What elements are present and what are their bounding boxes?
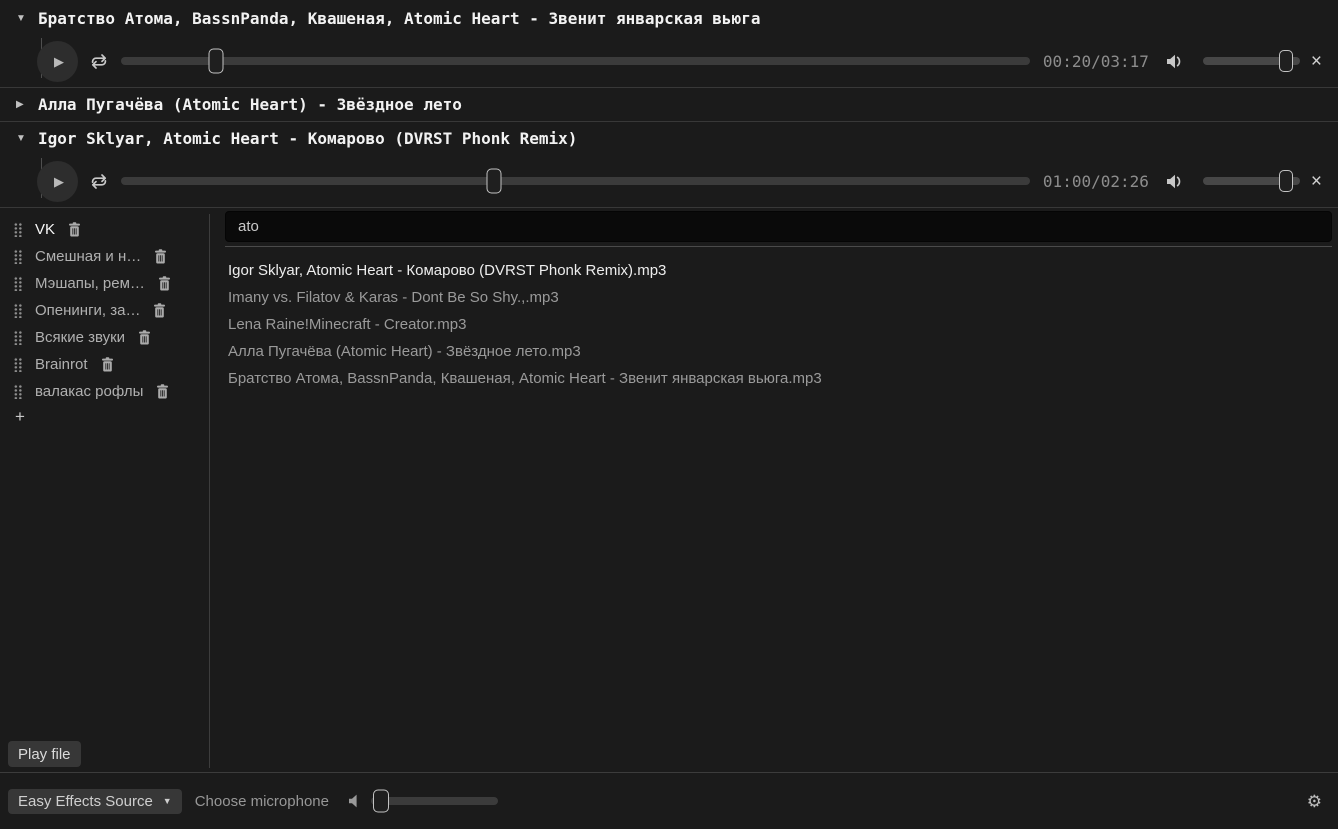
player-controls: ▶ 01:00/02:26 × bbox=[0, 155, 1338, 207]
seek-track bbox=[121, 177, 1030, 185]
delete-playlist-button[interactable] bbox=[158, 276, 171, 291]
bottom-bar: Easy Effects Source ▼ Choose microphone … bbox=[0, 772, 1338, 829]
repeat-button[interactable] bbox=[89, 173, 109, 190]
volume-slider[interactable] bbox=[1203, 166, 1300, 196]
player-title: Igor Sklyar, Atomic Heart - Комарово (DV… bbox=[38, 129, 577, 148]
sidebar-item-label: Всякие звуки bbox=[35, 329, 125, 346]
sidebar-item-label: Смешная и н… bbox=[35, 248, 141, 265]
file-item[interactable]: Imany vs. Filatov & Karas - Dont Be So S… bbox=[228, 284, 1332, 311]
sidebar-item-vk[interactable]: VK bbox=[6, 216, 210, 243]
trash-icon bbox=[156, 384, 169, 399]
player-header[interactable]: ▶ Алла Пугачёва (Atomic Heart) - Звёздно… bbox=[0, 88, 1338, 121]
gear-icon: ⚙ bbox=[1307, 792, 1322, 811]
drag-handle-icon[interactable] bbox=[13, 276, 22, 291]
sidebar-item-label: VK bbox=[35, 221, 55, 238]
source-selector-label: Easy Effects Source bbox=[18, 793, 153, 810]
player-row: ▶ Алла Пугачёва (Atomic Heart) - Звёздно… bbox=[0, 88, 1338, 122]
playlist-sidebar: VK Смешная и н… bbox=[0, 208, 210, 772]
sidebar-item-sounds[interactable]: Всякие звуки bbox=[6, 324, 210, 351]
seek-handle[interactable] bbox=[486, 169, 501, 194]
microphone-volume-slider[interactable] bbox=[371, 786, 498, 816]
play-button[interactable]: ▶ bbox=[37, 41, 78, 82]
delete-playlist-button[interactable] bbox=[68, 222, 81, 237]
sidebar-item-openings[interactable]: Опенинги, за… bbox=[6, 297, 210, 324]
sidebar-item-valakas[interactable]: валакас рофлы bbox=[6, 378, 210, 405]
trash-icon bbox=[154, 249, 167, 264]
play-button[interactable]: ▶ bbox=[37, 161, 78, 202]
volume-handle[interactable] bbox=[1279, 170, 1293, 192]
seek-handle[interactable] bbox=[209, 49, 224, 74]
drag-handle-icon[interactable] bbox=[13, 384, 22, 399]
sidebar-item-brainrot[interactable]: Brainrot bbox=[6, 351, 210, 378]
volume-icon[interactable] bbox=[1164, 53, 1186, 70]
repeat-icon bbox=[89, 53, 109, 70]
trash-icon bbox=[153, 303, 166, 318]
volume-handle[interactable] bbox=[1279, 50, 1293, 72]
play-icon: ▶ bbox=[54, 55, 64, 68]
player-title: Братство Атома, BassnPanda, Квашеная, At… bbox=[38, 9, 760, 28]
delete-playlist-button[interactable] bbox=[156, 384, 169, 399]
add-playlist-button[interactable]: + bbox=[6, 405, 46, 429]
volume-slider[interactable] bbox=[1203, 46, 1300, 76]
chevron-down-icon: ▼ bbox=[163, 796, 172, 806]
file-item[interactable]: Алла Пугачёва (Atomic Heart) - Звёздное … bbox=[228, 338, 1332, 365]
player-title: Алла Пугачёва (Atomic Heart) - Звёздное … bbox=[38, 95, 462, 114]
trash-icon bbox=[138, 330, 151, 345]
delete-playlist-button[interactable] bbox=[154, 249, 167, 264]
volume-icon[interactable] bbox=[1164, 173, 1186, 190]
seek-slider[interactable] bbox=[121, 166, 1030, 196]
trash-icon bbox=[101, 357, 114, 372]
play-icon: ▶ bbox=[54, 175, 64, 188]
collapse-arrow-icon[interactable]: ▼ bbox=[16, 13, 29, 24]
drag-handle-icon[interactable] bbox=[13, 330, 22, 345]
settings-button[interactable]: ⚙ bbox=[1307, 793, 1322, 810]
delete-playlist-button[interactable] bbox=[153, 303, 166, 318]
drag-handle-icon[interactable] bbox=[13, 357, 22, 372]
repeat-icon bbox=[89, 173, 109, 190]
delete-playlist-button[interactable] bbox=[101, 357, 114, 372]
muted-speaker-icon[interactable] bbox=[346, 793, 362, 809]
file-item[interactable]: Igor Sklyar, Atomic Heart - Комарово (DV… bbox=[228, 257, 1332, 284]
close-button[interactable]: × bbox=[1309, 52, 1324, 71]
player-row: ▼ Братство Атома, BassnPanda, Квашеная, … bbox=[0, 0, 1338, 88]
file-panel: Igor Sklyar, Atomic Heart - Комарово (DV… bbox=[210, 208, 1338, 772]
mic-volume-track bbox=[371, 797, 498, 805]
file-list: Igor Sklyar, Atomic Heart - Комарово (DV… bbox=[225, 247, 1332, 392]
choose-microphone-label: Choose microphone bbox=[195, 793, 329, 810]
sidebar-item-mashups[interactable]: Мэшапы, рем… bbox=[6, 270, 210, 297]
sidebar-item-label: Мэшапы, рем… bbox=[35, 275, 145, 292]
sidebar-item-label: Brainrot bbox=[35, 356, 88, 373]
player-header[interactable]: ▼ Igor Sklyar, Atomic Heart - Комарово (… bbox=[0, 122, 1338, 155]
trash-icon bbox=[68, 222, 81, 237]
file-item[interactable]: Братство Атома, BassnPanda, Квашеная, At… bbox=[228, 365, 1332, 392]
seek-track bbox=[121, 57, 1030, 65]
time-display: 01:00/02:26 bbox=[1043, 172, 1149, 191]
expand-arrow-icon[interactable]: ▶ bbox=[16, 99, 29, 110]
play-file-button[interactable]: Play file bbox=[8, 741, 81, 767]
close-button[interactable]: × bbox=[1309, 172, 1324, 191]
player-controls: ▶ 00:20/03:17 × bbox=[0, 35, 1338, 87]
drag-handle-icon[interactable] bbox=[13, 303, 22, 318]
source-selector-dropdown[interactable]: Easy Effects Source ▼ bbox=[8, 789, 182, 814]
sidebar-item-smeshnaya[interactable]: Смешная и н… bbox=[6, 243, 210, 270]
sidebar-item-label: валакас рофлы bbox=[35, 383, 143, 400]
seek-slider[interactable] bbox=[121, 46, 1030, 76]
sidebar-item-label: Опенинги, за… bbox=[35, 302, 140, 319]
player-row: ▼ Igor Sklyar, Atomic Heart - Комарово (… bbox=[0, 122, 1338, 208]
collapse-arrow-icon[interactable]: ▼ bbox=[16, 133, 29, 144]
mic-volume-handle[interactable] bbox=[373, 790, 389, 813]
delete-playlist-button[interactable] bbox=[138, 330, 151, 345]
search-input[interactable] bbox=[225, 211, 1332, 242]
drag-handle-icon[interactable] bbox=[13, 222, 22, 237]
content-area: VK Смешная и н… bbox=[0, 208, 1338, 772]
time-display: 00:20/03:17 bbox=[1043, 52, 1149, 71]
repeat-button[interactable] bbox=[89, 53, 109, 70]
trash-icon bbox=[158, 276, 171, 291]
drag-handle-icon[interactable] bbox=[13, 249, 22, 264]
player-header[interactable]: ▼ Братство Атома, BassnPanda, Квашеная, … bbox=[0, 0, 1338, 35]
file-item[interactable]: Lena Raine!Minecraft - Creator.mp3 bbox=[228, 311, 1332, 338]
